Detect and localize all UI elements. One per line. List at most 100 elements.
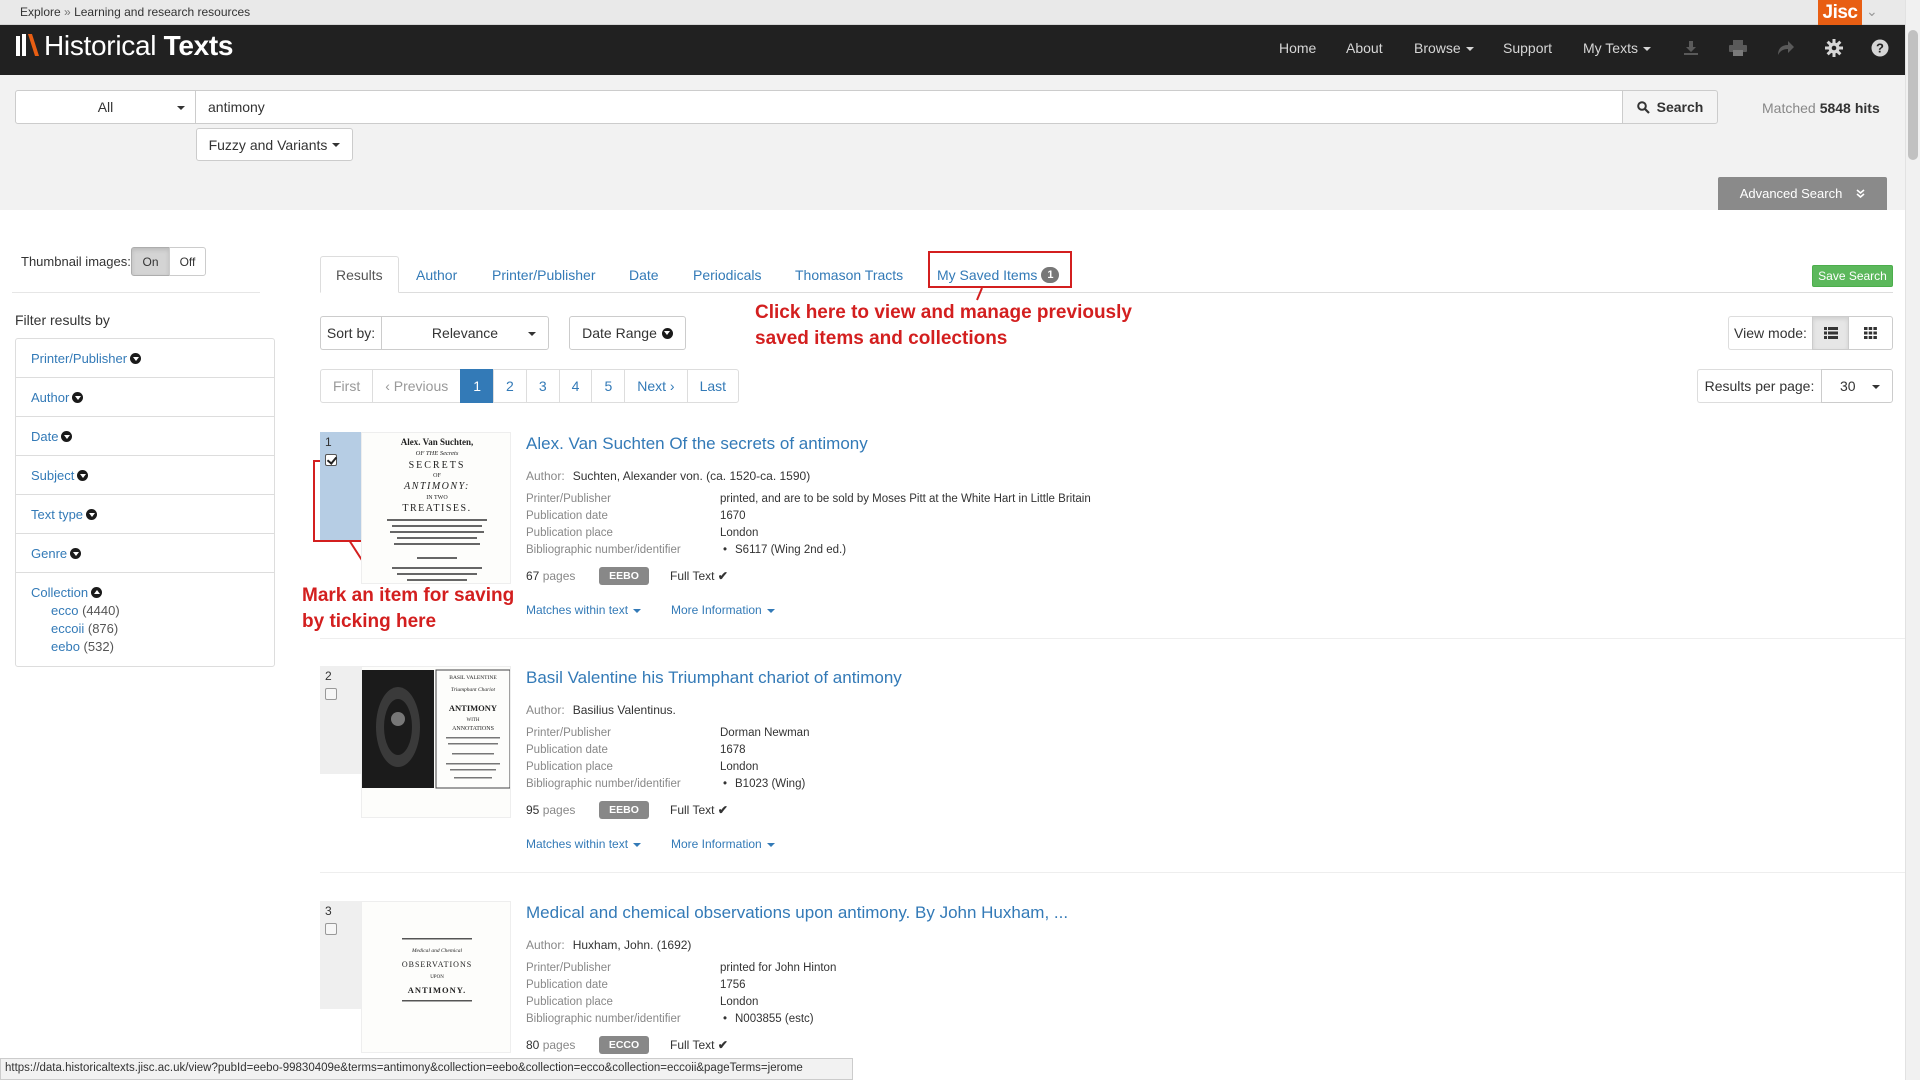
result-pages: 67 pages xyxy=(526,569,575,583)
tab-periodicals[interactable]: Periodicals xyxy=(678,256,776,293)
facet-date[interactable]: Date xyxy=(16,417,274,456)
result-save-checkbox[interactable] xyxy=(325,923,337,935)
more-information-link[interactable]: More Information xyxy=(671,603,775,617)
page-previous[interactable]: ‹ Previous xyxy=(372,369,462,403)
thumb-text: ANTIMONY. xyxy=(408,985,467,995)
results-per-page-select[interactable]: 30 xyxy=(1821,369,1893,403)
breadcrumb-current[interactable]: Learning and research resources xyxy=(74,5,250,19)
facet-subject[interactable]: Subject xyxy=(16,456,274,495)
page-2[interactable]: 2 xyxy=(493,369,527,403)
scrollbar-thumb[interactable] xyxy=(1908,30,1918,160)
collection-eebo[interactable]: eebo (532) xyxy=(31,639,274,654)
result-title-link[interactable]: Basil Valentine his Triumphant chariot o… xyxy=(526,668,902,688)
result-divider xyxy=(320,872,1920,873)
nav-home[interactable]: Home xyxy=(1279,40,1316,56)
facet-label[interactable]: Collection xyxy=(31,585,88,600)
search-input[interactable] xyxy=(195,90,1623,124)
grid-view-button[interactable] xyxy=(1848,316,1893,350)
result-title-link[interactable]: Alex. Van Suchten Of the secrets of anti… xyxy=(526,434,868,454)
meta-publisher: printed for John Hinton xyxy=(720,962,837,974)
matched-count: 5848 xyxy=(1819,100,1851,116)
result-save-checkbox[interactable] xyxy=(325,688,337,700)
collection-eccoii[interactable]: eccoii (876) xyxy=(31,621,274,636)
tab-printer-publisher[interactable]: Printer/Publisher xyxy=(477,256,611,293)
more-information-link[interactable]: More Information xyxy=(671,837,775,851)
result-save-checkbox[interactable] xyxy=(325,454,337,466)
share-icon[interactable] xyxy=(1776,38,1796,58)
fuzzy-variants-dropdown[interactable]: Fuzzy and Variants xyxy=(196,128,353,161)
scrollbar-track[interactable] xyxy=(1905,0,1920,1080)
toggle-down-icon xyxy=(77,470,89,481)
sort-by-select[interactable]: Relevance xyxy=(381,316,549,350)
page-first[interactable]: First xyxy=(320,369,374,403)
search-button[interactable]: Search xyxy=(1622,90,1718,124)
result-meta-labels: Printer/Publisher Publication date Publi… xyxy=(526,960,726,1028)
meta-date: 1756 xyxy=(720,979,746,991)
site-logo[interactable]: Historical Texts xyxy=(44,30,234,62)
tab-date[interactable]: Date xyxy=(614,256,674,293)
print-icon[interactable] xyxy=(1728,38,1748,58)
caret-down-icon xyxy=(332,142,341,147)
thumb-text: OBSERVATIONS xyxy=(402,960,472,969)
full-text-label: Full Text xyxy=(670,1038,715,1052)
tab-thomason-tracts[interactable]: Thomason Tracts xyxy=(780,256,918,293)
tab-author[interactable]: Author xyxy=(401,256,472,293)
facet-genre[interactable]: Genre xyxy=(16,534,274,573)
page-next[interactable]: Next › xyxy=(624,369,688,403)
result-meta-values: printed, and are to be sold by Moses Pit… xyxy=(720,491,1320,559)
page-5[interactable]: 5 xyxy=(591,369,626,403)
annotation-text: Mark an item for saving xyxy=(302,585,515,606)
caret-down-icon xyxy=(766,608,775,613)
list-icon xyxy=(1823,327,1838,339)
facet-text-type[interactable]: Text type xyxy=(16,495,274,534)
toggle-down-icon xyxy=(61,431,73,442)
advanced-search-button[interactable]: Advanced Search xyxy=(1718,177,1887,210)
gear-icon[interactable] xyxy=(1824,38,1844,58)
help-icon[interactable]: ? xyxy=(1870,38,1890,58)
author-value: Suchten, Alexander von. (ca. 1520-ca. 15… xyxy=(572,469,811,483)
bullet-icon: • xyxy=(723,1013,728,1025)
meta-label: Printer/Publisher xyxy=(526,493,612,505)
matches-within-text-link[interactable]: Matches within text xyxy=(526,837,642,851)
result-thumbnail[interactable]: Alex. Van Suchten, OF THE Secrets SECRET… xyxy=(361,432,511,584)
result-thumbnail[interactable]: BASIL VALENTINE Triumphant Chariot ANTIM… xyxy=(361,666,511,818)
list-view-button[interactable] xyxy=(1812,316,1849,350)
chevron-down-icon[interactable]: ⌄ xyxy=(1866,3,1878,20)
page-1[interactable]: 1 xyxy=(460,369,495,403)
caret-down-icon xyxy=(1872,385,1880,389)
nav-about[interactable]: About xyxy=(1346,40,1383,56)
result-thumbnail[interactable]: Medical and Chemical OBSERVATIONS UPON A… xyxy=(361,901,511,1053)
matches-within-text-link[interactable]: Matches within text xyxy=(526,603,642,617)
date-range-button[interactable]: Date Range xyxy=(569,316,686,350)
tab-results[interactable]: Results xyxy=(320,256,399,293)
collection-ecco[interactable]: ecco (4440) xyxy=(31,603,274,618)
breadcrumb-root[interactable]: Explore xyxy=(20,5,61,19)
facet-printer-publisher[interactable]: Printer/Publisher xyxy=(16,339,274,378)
facet-label: Text type xyxy=(31,507,84,522)
facet-author[interactable]: Author xyxy=(16,378,274,417)
page-4[interactable]: 4 xyxy=(558,369,593,403)
result-title-link[interactable]: Medical and chemical observations upon a… xyxy=(526,903,1068,923)
thumb-text: Triumphant Chariot xyxy=(451,687,496,693)
jisc-logo[interactable]: Jisc xyxy=(1818,0,1862,25)
nav-browse[interactable]: Browse xyxy=(1414,40,1474,56)
breadcrumb-separator: » xyxy=(64,5,71,19)
search-scope-select[interactable]: All xyxy=(15,90,196,124)
bullet-icon: • xyxy=(723,544,728,556)
page-last[interactable]: Last xyxy=(686,369,740,403)
annotation-tick-item: Mark an item for saving by ticking here xyxy=(302,583,514,635)
thumb-text: Alex. Van Suchten, xyxy=(401,437,474,447)
save-search-button[interactable]: Save Search xyxy=(1812,265,1893,287)
meta-biblio: • B1023 (Wing) xyxy=(720,776,1320,793)
nav-support[interactable]: Support xyxy=(1503,40,1552,56)
thumbnail-off-button[interactable]: Off xyxy=(169,247,206,276)
nav-my-texts[interactable]: My Texts xyxy=(1583,40,1651,56)
result-divider xyxy=(320,638,1920,639)
download-icon[interactable] xyxy=(1681,38,1701,58)
thumbnail-on-button[interactable]: On xyxy=(131,247,170,276)
result-number-panel: 3 xyxy=(320,901,363,1009)
result-author: Author: Huxham, John. (1692) xyxy=(526,938,691,952)
facet-label: Printer/Publisher xyxy=(31,351,128,366)
results-per-page-label: Results per page: xyxy=(1697,369,1821,403)
page-3[interactable]: 3 xyxy=(525,369,560,403)
